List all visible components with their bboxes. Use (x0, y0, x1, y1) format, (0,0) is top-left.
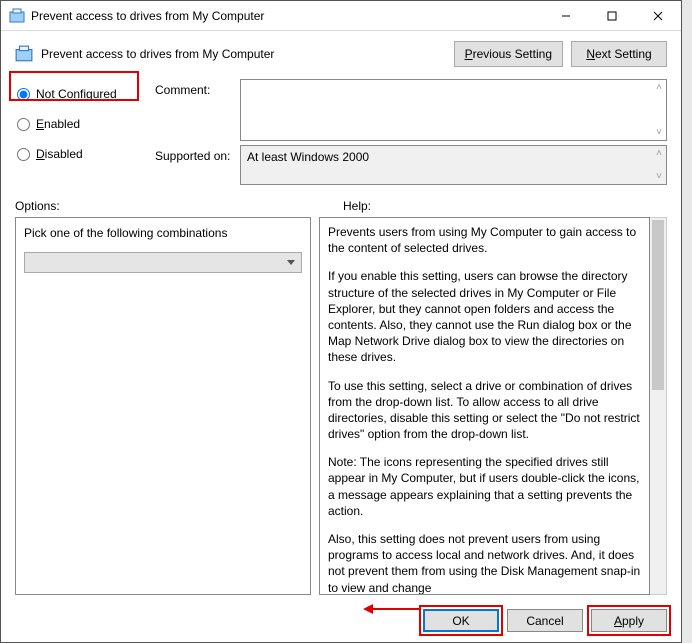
help-text: To use this setting, select a drive or c… (328, 378, 641, 443)
ok-button[interactable]: OK (423, 609, 499, 632)
annotation-arrow (363, 601, 423, 617)
scroll-up-icon: ˄ (656, 148, 662, 159)
help-heading: Help: (343, 199, 667, 213)
comment-label: Comment: (155, 75, 240, 97)
help-text: Also, this setting does not prevent user… (328, 531, 641, 595)
drive-combination-dropdown[interactable] (24, 252, 302, 273)
policy-name: Prevent access to drives from My Compute… (41, 47, 446, 61)
comment-textbox[interactable]: ˄ ˅ (240, 79, 667, 141)
not-configured-label: Not Configured (36, 87, 117, 101)
titlebar: Prevent access to drives from My Compute… (1, 1, 681, 31)
scroll-down-icon: ˅ (656, 171, 662, 182)
supported-on-label: Supported on: (155, 141, 240, 163)
scroll-up-icon[interactable]: ˄ (656, 82, 662, 93)
supported-on-text: At least Windows 2000 (247, 150, 369, 164)
help-text: If you enable this setting, users can br… (328, 268, 641, 365)
help-panel: Prevents users from using My Computer to… (319, 217, 650, 595)
disabled-radio[interactable] (17, 148, 30, 161)
disabled-label: Disabled (36, 147, 83, 161)
enabled-radio[interactable] (17, 118, 30, 131)
apply-button[interactable]: Apply (591, 609, 667, 632)
scrollbar-thumb[interactable] (652, 220, 664, 390)
next-setting-button[interactable]: Next Setting (571, 41, 667, 67)
cancel-button[interactable]: Cancel (507, 609, 583, 632)
policy-icon (9, 8, 25, 24)
enabled-label: Enabled (36, 117, 80, 131)
maximize-button[interactable] (589, 1, 635, 30)
close-button[interactable] (635, 1, 681, 30)
window-title: Prevent access to drives from My Compute… (31, 9, 543, 23)
help-text: Note: The icons representing the specifi… (328, 454, 641, 519)
supported-on-textbox: At least Windows 2000 ˄ ˅ (240, 145, 667, 185)
previous-setting-button[interactable]: Previous Setting (454, 41, 563, 67)
policy-icon (15, 45, 33, 63)
minimize-button[interactable] (543, 1, 589, 30)
not-configured-radio[interactable] (17, 88, 30, 101)
help-text: Prevents users from using My Computer to… (328, 224, 641, 256)
options-prompt: Pick one of the following combinations (24, 226, 302, 240)
policy-editor-window: Prevent access to drives from My Compute… (0, 0, 682, 643)
options-heading: Options: (15, 199, 343, 213)
options-panel: Pick one of the following combinations (15, 217, 311, 595)
help-scrollbar[interactable] (650, 217, 667, 595)
scroll-down-icon[interactable]: ˅ (656, 127, 662, 138)
